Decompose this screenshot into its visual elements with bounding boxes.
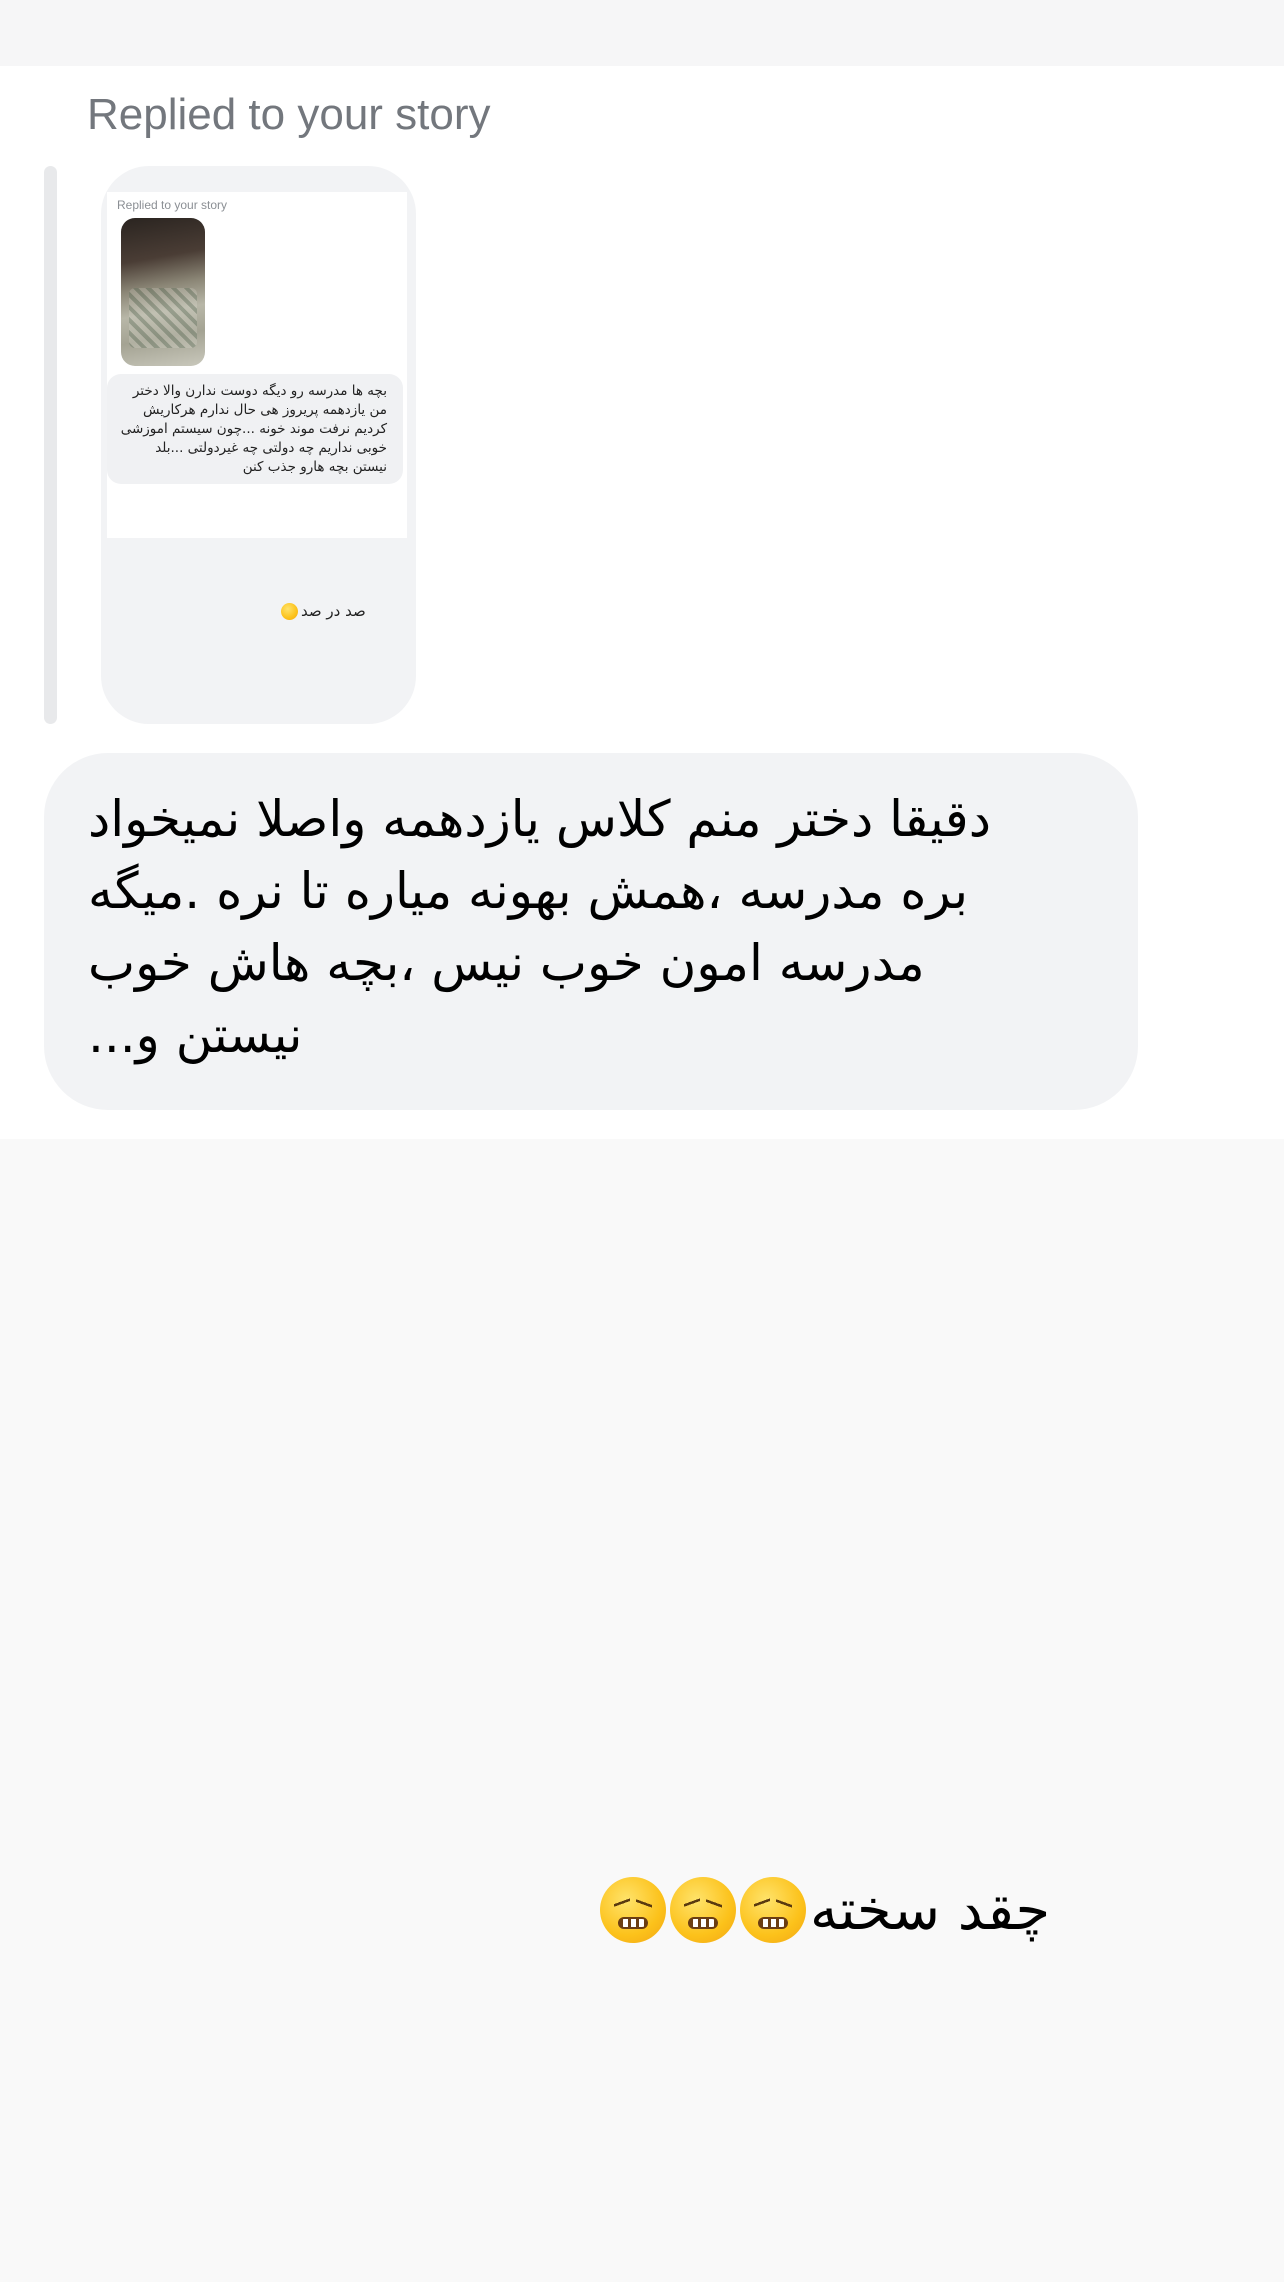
story-caption: صد در صد [281,602,366,620]
reply-text: چقد سخته [810,1877,1051,1943]
tired-face-icon [600,1877,666,1943]
message-bubble[interactable]: دقیقا دختر منم کلاس یازدهمه واصلا نمیخوا… [44,753,1138,1110]
story-caption-text: صد در صد [301,602,366,620]
story-photo [121,218,205,366]
story-inner-message: بچه ها مدرسه رو دیگه دوست ندارن والا دخت… [120,383,387,475]
top-strip [0,0,1284,66]
disappointed-face-icon [281,602,298,620]
message-text: دقیقا دختر منم کلاس یازدهمه واصلا نمیخوا… [88,790,991,1064]
confounded-face-icon [670,1877,736,1943]
story-thumbnail[interactable]: Replied to your story بچه ها مدرسه رو دی… [101,166,416,724]
story-reply-header: Replied to your story [87,90,491,139]
story-inner-bubble: بچه ها مدرسه رو دیگه دوست ندارن والا دخت… [107,374,403,484]
story-inner-header: Replied to your story [117,198,228,212]
confounded-face-icon [740,1877,806,1943]
reply-message[interactable]: چقد سخته [600,1870,1050,1950]
quote-bar [44,166,57,724]
